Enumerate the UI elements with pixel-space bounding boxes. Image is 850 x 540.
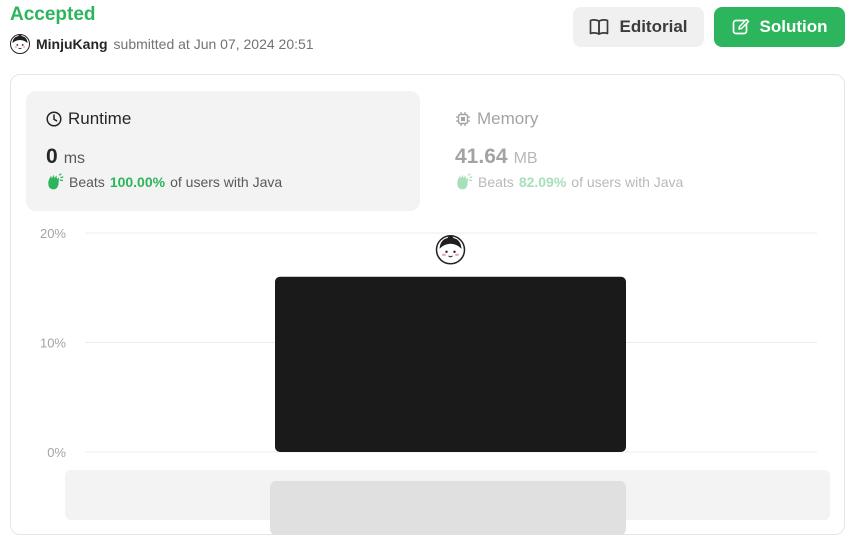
solution-button-label: Solution — [759, 17, 828, 36]
memory-panel[interactable]: Memory 41.64 MB Beats 82.09% of users wi… — [435, 91, 829, 211]
memory-title: Memory — [455, 109, 809, 129]
memory-beats: Beats 82.09% of users with Java — [455, 173, 809, 191]
chart-scrollbar-thumb[interactable] — [270, 481, 626, 535]
runtime-beats: Beats 100.00% of users with Java — [46, 173, 400, 191]
memory-unit: MB — [513, 150, 538, 167]
runtime-unit: ms — [63, 150, 86, 167]
memory-title-label: Memory — [477, 109, 539, 128]
memory-value: 41.64 MB — [455, 145, 809, 169]
runtime-beats-percent: 100.00% — [109, 174, 166, 190]
y-tick-label: 10% — [40, 336, 66, 351]
memory-beats-percent: 82.09% — [518, 174, 567, 190]
book-icon — [590, 19, 609, 35]
clap-icon — [48, 173, 64, 190]
runtime-title-label: Runtime — [68, 109, 132, 128]
editorial-button[interactable]: Editorial — [573, 7, 704, 47]
runtime-value: 0 ms — [46, 145, 400, 169]
runtime-beats-label: Beats — [69, 174, 105, 190]
runtime-number: 0 — [46, 145, 58, 168]
runtime-beats-suffix: of users with Java — [170, 174, 283, 190]
edit-icon — [732, 18, 749, 35]
clap-icon — [457, 173, 473, 190]
memory-number: 41.64 — [455, 145, 508, 168]
editorial-button-label: Editorial — [619, 17, 688, 36]
memory-beats-suffix: of users with Java — [571, 174, 684, 190]
memory-beats-label: Beats — [478, 174, 514, 190]
y-tick-label: 0% — [47, 445, 66, 460]
user-avatar-icon[interactable] — [10, 34, 30, 54]
user-avatar-marker[interactable] — [435, 235, 466, 265]
runtime-distribution-chart: 0% 10% 20% — [40, 226, 830, 535]
submitter-username[interactable]: MinjuKang — [36, 36, 108, 52]
runtime-panel[interactable]: Runtime 0 ms Beats 100.00% of users with… — [26, 91, 420, 211]
runtime-title: Runtime — [46, 109, 400, 129]
chip-icon — [456, 112, 470, 126]
chart-bar[interactable] — [275, 276, 626, 452]
submission-status: Accepted — [10, 4, 96, 25]
submitter-info: MinjuKang submitted at Jun 07, 2024 20:5… — [10, 34, 314, 54]
submission-timestamp: submitted at Jun 07, 2024 20:51 — [113, 36, 314, 52]
y-tick-label: 20% — [40, 226, 66, 241]
solution-button[interactable]: Solution — [714, 7, 845, 47]
performance-card: Runtime 0 ms Beats 100.00% of users with… — [10, 74, 845, 535]
clock-icon — [46, 111, 62, 127]
